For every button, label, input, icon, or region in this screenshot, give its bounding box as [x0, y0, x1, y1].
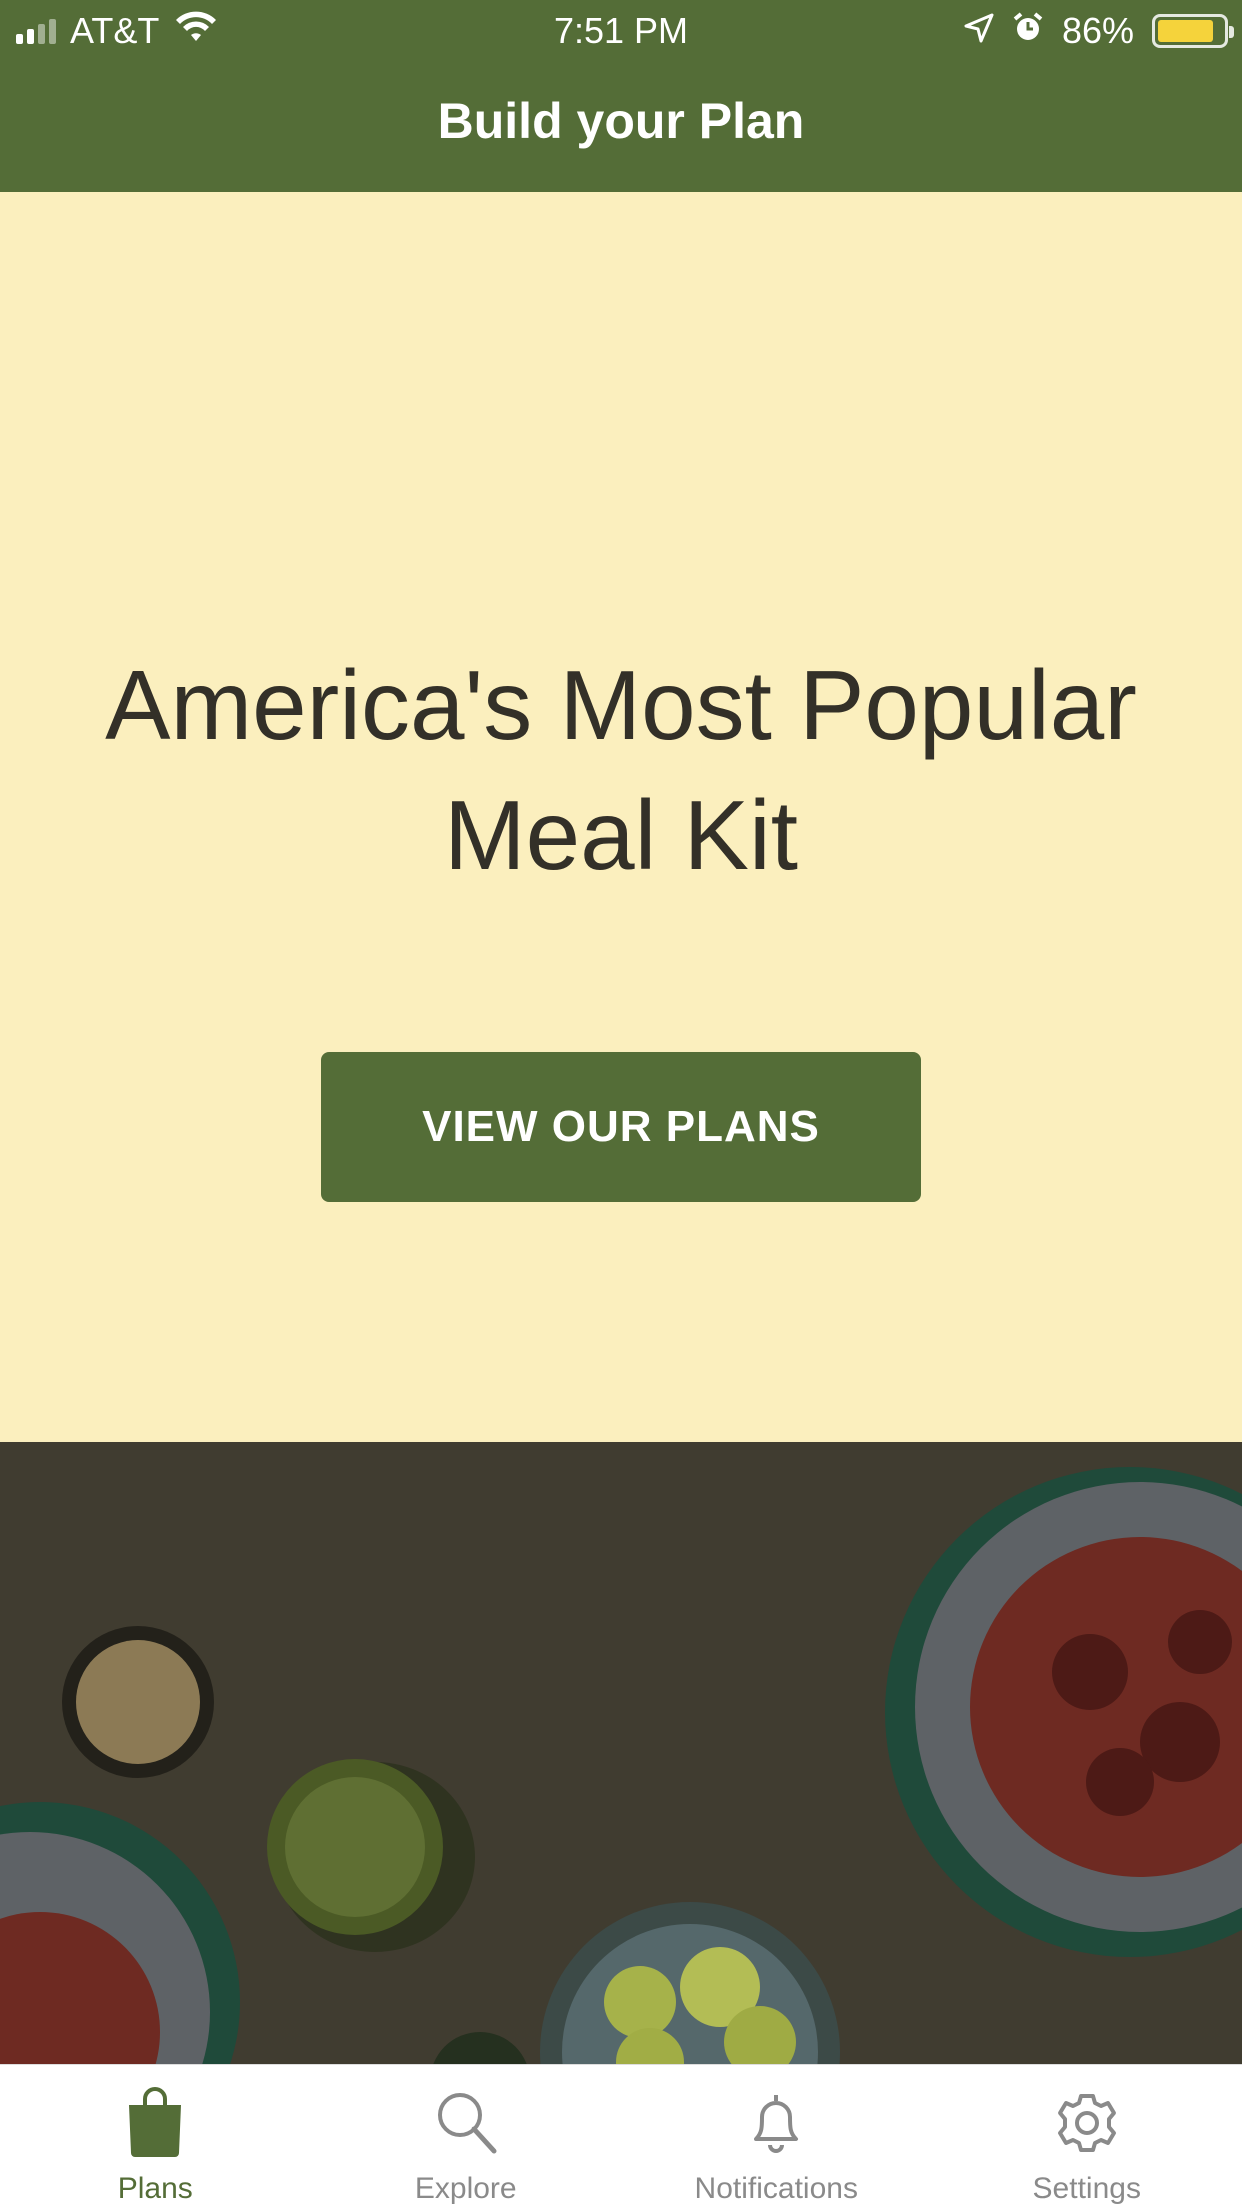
battery-percent: 86% — [1061, 10, 1134, 51]
tab-label: Settings — [1032, 2172, 1141, 2205]
hero-headline: America's Most Popular Meal Kit — [105, 650, 1137, 890]
status-right-group: 86% — [964, 10, 1234, 52]
search-icon — [434, 2087, 498, 2164]
tab-explore[interactable]: Explore — [311, 2065, 622, 2208]
tab-label: Explore — [414, 2172, 517, 2205]
food-photo — [0, 1442, 1242, 2064]
tab-settings[interactable]: Settings — [932, 2065, 1242, 2208]
battery-icon — [1152, 14, 1234, 48]
page-title: Build your Plan — [437, 93, 805, 149]
tab-bar: Plans Explore Notifications Settings — [0, 2064, 1242, 2208]
view-plans-button[interactable]: VIEW OUR PLANS — [321, 1052, 921, 1202]
tab-label: Plans — [117, 2172, 193, 2205]
gear-icon — [1055, 2087, 1119, 2164]
tab-notifications[interactable]: Notifications — [621, 2065, 932, 2208]
top-bar: AT&T 7:51 PM 86% Build your Plan — [0, 0, 1242, 192]
tab-label: Notifications — [694, 2172, 858, 2205]
shopping-bag-icon — [125, 2087, 185, 2164]
alarm-icon — [1012, 10, 1044, 52]
tab-plans[interactable]: Plans — [0, 2065, 311, 2208]
location-arrow-icon — [964, 10, 994, 52]
bell-icon — [744, 2087, 808, 2164]
status-bar: AT&T 7:51 PM 86% — [0, 0, 1242, 62]
